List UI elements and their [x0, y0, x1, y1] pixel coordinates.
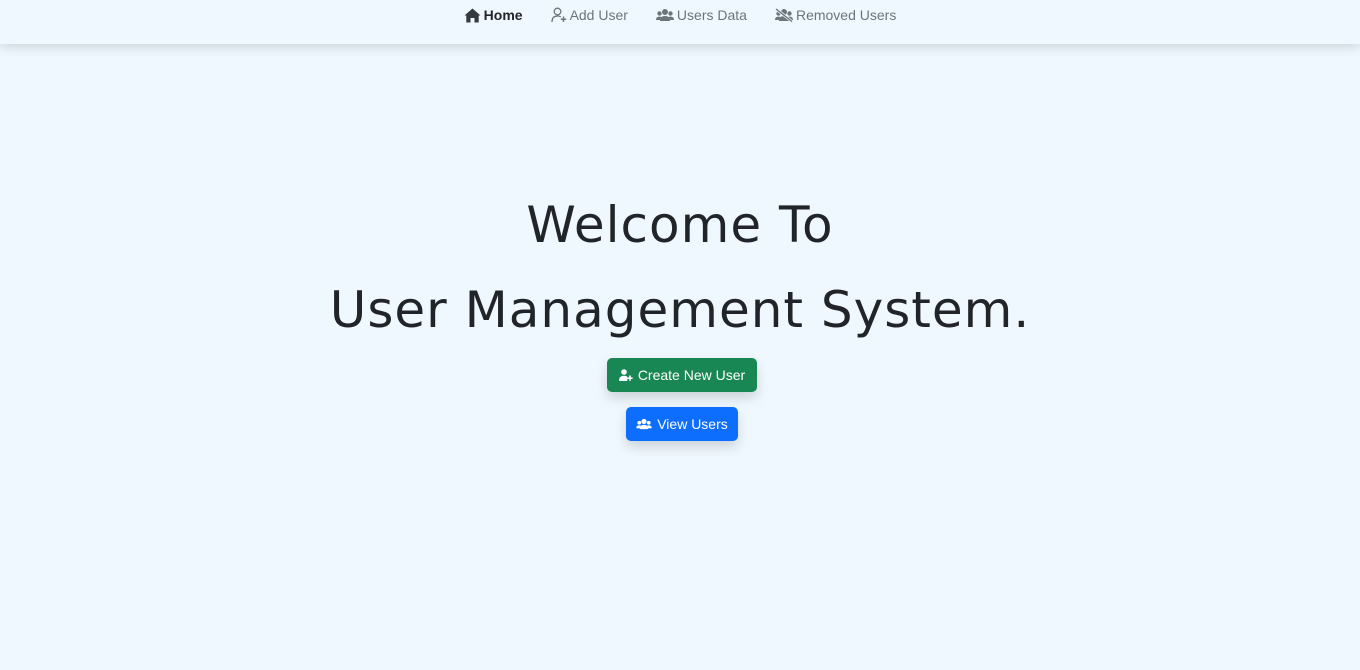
hero-title-line-2: User Management System.: [329, 281, 1031, 339]
home-icon: [464, 8, 481, 22]
user-plus-icon: [618, 369, 633, 381]
users-icon: [655, 9, 674, 21]
nav-label-add-user: Add User: [569, 7, 628, 23]
nav-label-removed-users: Removed Users: [795, 7, 897, 23]
nav-label-users-data: Users Data: [676, 7, 747, 23]
nav-label-home: Home: [483, 7, 523, 23]
nav-item-removed-users[interactable]: Removed Users: [761, 7, 910, 23]
users-icon: [636, 418, 652, 430]
nav-list: Home Add User Users Data Removed Users: [450, 7, 911, 23]
user-plus-icon: [550, 7, 566, 23]
nav-item-home[interactable]: Home: [450, 7, 537, 23]
create-new-user-button[interactable]: Create New User: [607, 358, 757, 392]
hero-section: Welcome To User Management System. Creat…: [0, 44, 1360, 670]
top-navbar: Home Add User Users Data Removed Users: [0, 0, 1360, 44]
users-slash-icon: [774, 8, 793, 22]
create-new-user-label: Create New User: [637, 367, 746, 383]
view-users-button[interactable]: View Users: [626, 407, 738, 441]
nav-item-users-data[interactable]: Users Data: [642, 7, 761, 23]
view-users-label: View Users: [657, 416, 728, 432]
hero-title-line-1: Welcome To: [526, 196, 834, 254]
nav-item-add-user[interactable]: Add User: [537, 7, 642, 23]
